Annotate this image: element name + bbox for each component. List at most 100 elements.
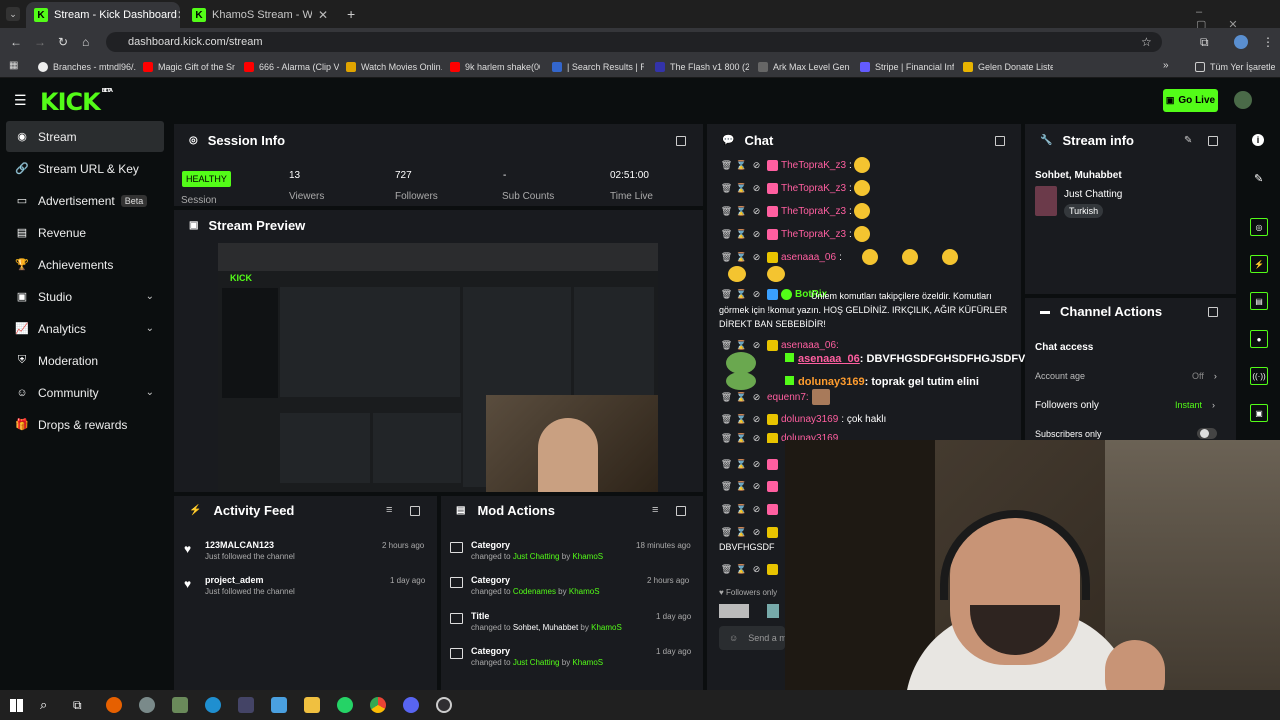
clear-chat-icon[interactable]: ◎ [1250, 218, 1268, 236]
ban-icon[interactable]: ⊘ [752, 481, 761, 491]
timeout-icon[interactable]: ⌛ [736, 564, 747, 574]
timeout-icon[interactable]: ⌛ [736, 340, 747, 350]
firefox-icon[interactable] [106, 697, 122, 713]
search-icon[interactable]: ⌕ [40, 697, 47, 713]
timeout-icon[interactable]: ⌛ [736, 414, 747, 424]
ban-icon[interactable]: ⊘ [752, 527, 761, 537]
ban-icon[interactable]: ⊘ [752, 504, 761, 514]
filter-icon[interactable]: ≡ [386, 504, 392, 516]
close-tab-icon[interactable]: ✕ [177, 8, 180, 22]
timeout-icon[interactable]: ⌛ [736, 160, 747, 170]
back-icon[interactable]: ← [10, 35, 22, 49]
ban-icon[interactable]: ⊘ [752, 229, 761, 239]
bookmark-item[interactable]: | Search Results | Re... [552, 59, 644, 75]
bookmark-star-icon[interactable]: ☆ [1141, 35, 1152, 49]
sidebar-item-analytics[interactable]: 📈 Analytics ⌄ [6, 313, 164, 344]
apps-icon[interactable]: ▦ [9, 60, 18, 71]
go-live-button[interactable]: ▣ Go Live [1163, 89, 1218, 112]
bookmark-item[interactable]: Branches - mtndl96/... [38, 59, 136, 75]
browser-tab-stream[interactable]: K KhamoS Stream - Watch Live ✕ [184, 2, 336, 28]
delete-icon[interactable]: 🗑 [721, 459, 732, 469]
delete-icon[interactable]: 🗑 [721, 504, 732, 514]
delete-icon[interactable]: 🗑 [721, 527, 732, 537]
sidebar-item-achievements[interactable]: 🏆 Achievements [6, 249, 164, 280]
monitor-icon[interactable]: ▣ [1250, 404, 1268, 422]
ban-icon[interactable]: ⊘ [752, 433, 761, 443]
chat-input[interactable]: ☺Send a message [719, 626, 785, 650]
home-icon[interactable]: ⌂ [82, 35, 89, 49]
timeout-icon[interactable]: ⌛ [736, 527, 747, 537]
edit-icon[interactable]: ✎ [1184, 135, 1192, 146]
ban-icon[interactable]: ⊘ [752, 392, 761, 402]
timeout-icon[interactable]: ⌛ [736, 206, 747, 216]
timeout-icon[interactable]: ⌛ [736, 459, 747, 469]
broadcast-icon[interactable]: ((·)) [1250, 367, 1268, 385]
sidebar-item-revenue[interactable]: ▤ Revenue [6, 217, 164, 248]
app-icon[interactable] [139, 697, 155, 713]
ban-icon[interactable]: ⊘ [752, 414, 761, 424]
ban-icon[interactable]: ⊘ [752, 206, 761, 216]
browser-menu-icon[interactable]: ⋮ [1262, 35, 1274, 49]
sidebar-item-moderation[interactable]: ⛨ Moderation [6, 345, 164, 376]
forward-icon[interactable]: → [34, 35, 46, 49]
calculator-icon[interactable] [172, 697, 188, 713]
more-bookmarks-icon[interactable]: » [1163, 60, 1169, 71]
ban-icon[interactable]: ⊘ [752, 340, 761, 350]
ban-icon[interactable]: ⊘ [752, 183, 761, 193]
edge-icon[interactable] [205, 697, 221, 713]
pencil-icon[interactable]: ✎ [1254, 172, 1263, 185]
timeout-icon[interactable]: ⌛ [736, 392, 747, 402]
popout-icon[interactable] [1208, 136, 1218, 146]
obs-icon[interactable] [436, 697, 452, 713]
clipboard-icon[interactable]: ▤ [1250, 292, 1268, 310]
windows-start-icon[interactable] [10, 699, 23, 712]
ban-icon[interactable]: ⊘ [752, 160, 761, 170]
whatsapp-icon[interactable] [337, 697, 353, 713]
bookmark-item[interactable]: Gelen Donate Listesi [963, 59, 1053, 75]
timeout-icon[interactable]: ⌛ [736, 504, 747, 514]
bookmark-item[interactable]: Stripe | Financial Infr... [860, 59, 954, 75]
lightning-icon[interactable]: ⚡ [1250, 255, 1268, 273]
popout-icon[interactable] [676, 136, 686, 146]
sidebar-item-studio[interactable]: ▣ Studio ⌄ [6, 281, 164, 312]
tab-search-button[interactable]: ⌄ [6, 7, 20, 21]
popout-icon[interactable] [995, 136, 1005, 146]
timeout-icon[interactable]: ⌛ [736, 481, 747, 491]
app-icon[interactable] [238, 697, 254, 713]
timeout-icon[interactable]: ⌛ [736, 229, 747, 239]
delete-icon[interactable]: 🗑 [721, 160, 732, 170]
file-explorer-icon[interactable] [304, 697, 320, 713]
ban-icon[interactable]: ⊘ [752, 252, 761, 262]
bookmark-item[interactable]: The Flash v1 800 (20... [655, 59, 749, 75]
popout-icon[interactable] [1208, 307, 1218, 317]
ban-icon[interactable]: ⊘ [752, 564, 761, 574]
subscribers-only-toggle[interactable] [1197, 428, 1217, 439]
sidebar-item-stream-url-key[interactable]: 🔗 Stream URL & Key [6, 153, 164, 184]
chrome-icon[interactable] [370, 697, 386, 713]
emoji-icon[interactable]: ☺ [729, 633, 738, 643]
bookmark-item[interactable]: 9k harlem shake(00... [450, 59, 540, 75]
sidebar-item-stream[interactable]: ◉ Stream [6, 121, 164, 152]
profile-avatar[interactable] [1234, 35, 1248, 49]
sidebar-item-advertisement[interactable]: ▭ Advertisement Beta [6, 185, 164, 216]
delete-icon[interactable]: 🗑 [721, 183, 732, 193]
close-tab-icon[interactable]: ✕ [318, 8, 328, 22]
info-icon[interactable]: i [1252, 134, 1264, 146]
app-icon[interactable] [271, 697, 287, 713]
delete-icon[interactable]: 🗑 [721, 564, 732, 574]
discord-icon[interactable] [403, 697, 419, 713]
reload-icon[interactable]: ↻ [58, 35, 68, 49]
delete-icon[interactable]: 🗑 [721, 392, 732, 402]
followers-only-value[interactable]: Instant › [1175, 400, 1215, 410]
extensions-icon[interactable]: ⧉ [1200, 35, 1209, 50]
delete-icon[interactable]: 🗑 [721, 206, 732, 216]
delete-icon[interactable]: 🗑 [721, 414, 732, 424]
bookmark-item[interactable]: Ark Max Level Gene... [758, 59, 850, 75]
bookmark-item[interactable]: Watch Movies Onlin... [346, 59, 442, 75]
chat-bubble-icon[interactable]: ● [1250, 330, 1268, 348]
popout-icon[interactable] [676, 506, 686, 516]
sidebar-item-drops-rewards[interactable]: 🎁 Drops & rewards [6, 409, 164, 440]
delete-icon[interactable]: 🗑 [721, 252, 732, 262]
delete-icon[interactable]: 🗑 [721, 340, 732, 350]
browser-tab-dashboard[interactable]: K Stream - Kick Dashboard ✕ [26, 2, 180, 28]
